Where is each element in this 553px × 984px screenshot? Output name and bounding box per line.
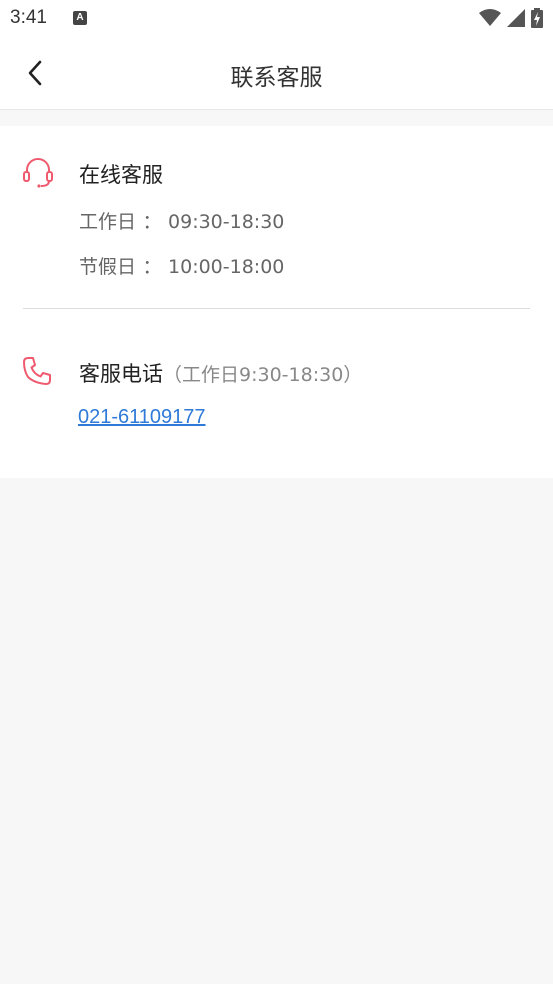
phone-number-link[interactable]: 021-61109177	[78, 406, 206, 429]
status-bar: 3:41 A	[0, 0, 553, 36]
battery-icon	[531, 8, 543, 28]
status-time: 3:41	[10, 7, 47, 28]
headset-icon	[23, 158, 53, 188]
phone-icon	[23, 357, 51, 385]
holiday-separator: ：	[142, 256, 162, 278]
contact-card: 在线客服 工作日： 09:30-18:30 节假日： 10:00-18:00 客服电…	[0, 126, 553, 478]
phone-service-title-row: 客服电话（工作日9:30-18:30）	[79, 358, 362, 388]
workday-separator: ：	[142, 211, 162, 233]
section-divider	[23, 308, 530, 309]
online-service-title: 在线客服	[79, 163, 163, 187]
holiday-hours-row: 节假日： 10:00-18:00	[79, 252, 284, 279]
app-bar: 联系客服	[0, 36, 553, 110]
page-title: 联系客服	[230, 65, 323, 91]
notification-icon: A	[73, 11, 87, 25]
phone-service-title: 客服电话	[79, 362, 163, 386]
workday-hours-row: 工作日： 09:30-18:30	[79, 207, 284, 234]
status-icons	[479, 7, 543, 29]
holiday-hours: 10:00-18:00	[168, 256, 285, 278]
workday-hours: 09:30-18:30	[168, 211, 285, 233]
workday-label: 工作日	[79, 211, 137, 233]
signal-icon	[507, 9, 525, 27]
phone-service-hours-note: （工作日9:30-18:30）	[163, 364, 363, 386]
holiday-label: 节假日	[79, 256, 137, 278]
wifi-icon	[479, 9, 501, 26]
